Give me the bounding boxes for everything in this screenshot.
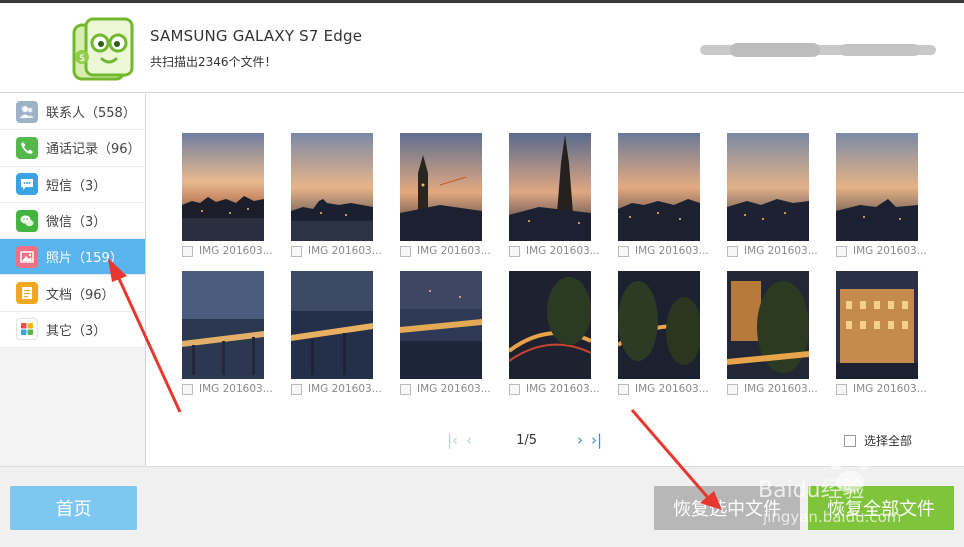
photo-caption: IMG 201603... [417, 245, 491, 257]
photo-caption: IMG 201603... [635, 383, 709, 395]
sidebar-item-wechat[interactable]: 微信（3） [0, 202, 145, 240]
recovery-app-window: $ SAMSUNG GALAXY S7 Edge 共扫描出2346个文件！ 联系… [0, 0, 964, 547]
photo-image [182, 133, 264, 241]
photo-caption: IMG 201603... [199, 383, 273, 395]
photo-checkbox[interactable] [182, 245, 193, 257]
photo-caption: IMG 201603... [417, 383, 491, 395]
photo-checkbox[interactable] [291, 383, 302, 395]
photo-thumbnail[interactable]: IMG 201603... [618, 271, 709, 396]
photo-caption: IMG 201603... [853, 383, 927, 395]
sidebar-item-label: 文档（96） [46, 287, 115, 303]
photo-grid: IMG 201603... IMG 201603... IMG 201603..… [147, 94, 964, 466]
select-all-label: 选择全部 [864, 434, 913, 448]
device-name: SAMSUNG GALAXY S7 Edge [150, 27, 363, 45]
photo-caption: IMG 201603... [744, 245, 818, 257]
photo-thumbnail[interactable]: IMG 201603... [618, 133, 709, 258]
photo-checkbox[interactable] [836, 383, 847, 395]
photo-caption: IMG 201603... [199, 245, 273, 257]
photo-thumbnail[interactable]: IMG 201603... [727, 133, 818, 258]
photo-thumbnail[interactable]: IMG 201603... [836, 133, 927, 258]
photo-caption: IMG 201603... [853, 245, 927, 257]
photo-checkbox[interactable] [509, 245, 520, 257]
sidebar-item-label: 联系人（558） [46, 106, 136, 122]
photo-thumbnail[interactable]: IMG 201603... [509, 271, 600, 396]
photo-image [727, 133, 809, 241]
last-page-button[interactable]: ›| [591, 431, 602, 449]
document-icon [16, 282, 38, 305]
photo-image [182, 271, 264, 379]
photo-checkbox[interactable] [618, 245, 629, 257]
photo-icon [16, 245, 38, 268]
photo-image [400, 271, 482, 379]
scan-summary: 共扫描出2346个文件！ [150, 55, 277, 69]
other-icon [16, 318, 38, 341]
sidebar-item-sms[interactable]: 短信（3） [0, 166, 145, 203]
photo-thumbnail[interactable]: IMG 201603... [291, 133, 382, 258]
photo-caption: IMG 201603... [526, 383, 600, 395]
redacted-header-text [700, 43, 936, 57]
contacts-icon [16, 100, 38, 123]
photo-image [618, 133, 700, 241]
app-logo-icon: $ [72, 17, 134, 81]
photo-image [509, 133, 591, 241]
select-all-checkbox[interactable] [844, 434, 856, 447]
photo-image [836, 271, 918, 379]
photo-caption: IMG 201603... [308, 383, 382, 395]
photo-image [400, 133, 482, 241]
sidebar-item-photos[interactable]: 照片（159） [0, 239, 145, 276]
photo-image [618, 271, 700, 379]
footer-bar: 首页 恢复选中文件 恢复全部文件 [0, 466, 964, 547]
photo-image [509, 271, 591, 379]
select-all-toggle[interactable]: 选择全部 [844, 432, 912, 449]
photo-caption: IMG 201603... [635, 245, 709, 257]
photo-image [291, 133, 373, 241]
page-indicator: 1/5 [516, 432, 537, 448]
sidebar-item-other[interactable]: 其它（3） [0, 311, 145, 349]
photo-caption: IMG 201603... [308, 245, 382, 257]
photo-checkbox[interactable] [727, 245, 738, 257]
photo-checkbox[interactable] [182, 383, 193, 395]
sidebar-item-documents[interactable]: 文档（96） [0, 275, 145, 312]
photo-thumbnail[interactable]: IMG 201603... [400, 133, 491, 258]
recover-selected-button[interactable]: 恢复选中文件 [654, 486, 800, 530]
sidebar-item-call-log[interactable]: 通话记录（96） [0, 130, 145, 167]
app-header: $ SAMSUNG GALAXY S7 Edge 共扫描出2346个文件！ [0, 3, 964, 93]
wechat-icon [16, 209, 38, 232]
svg-text:$: $ [79, 53, 85, 64]
photo-checkbox[interactable] [618, 383, 629, 395]
first-page-button[interactable]: |‹ [447, 431, 458, 449]
sidebar-item-contacts[interactable]: 联系人（558） [0, 94, 145, 131]
sidebar-item-label: 通话记录（96） [46, 142, 141, 158]
photo-thumbnail[interactable]: IMG 201603... [182, 271, 273, 396]
photo-thumbnail[interactable]: IMG 201603... [400, 271, 491, 396]
photo-image [727, 271, 809, 379]
sidebar-item-label: 其它（3） [46, 323, 107, 339]
photo-checkbox[interactable] [836, 245, 847, 257]
photo-checkbox[interactable] [291, 245, 302, 257]
photo-thumbnail[interactable]: IMG 201603... [727, 271, 818, 396]
photo-thumbnail[interactable]: IMG 201603... [291, 271, 382, 396]
pagination: |‹ ‹ 1/5 › ›| [447, 431, 602, 449]
sidebar-item-label: 微信（3） [46, 215, 107, 231]
photo-checkbox[interactable] [400, 383, 411, 395]
photo-thumbnail[interactable]: IMG 201603... [836, 271, 927, 396]
photo-caption: IMG 201603... [526, 245, 600, 257]
photo-checkbox[interactable] [727, 383, 738, 395]
recover-all-button[interactable]: 恢复全部文件 [808, 486, 954, 530]
next-page-button[interactable]: › [577, 431, 583, 449]
photo-checkbox[interactable] [509, 383, 520, 395]
sms-icon [16, 173, 38, 196]
photo-thumbnail[interactable]: IMG 201603... [509, 133, 600, 258]
photo-checkbox[interactable] [400, 245, 411, 257]
sidebar-item-label: 照片（159） [46, 251, 123, 267]
photo-image [836, 133, 918, 241]
photo-image [291, 271, 373, 379]
phone-icon [16, 136, 38, 159]
category-sidebar: 联系人（558） 通话记录（96） 短信（3） 微信（3） 照片（159） 文档… [0, 94, 146, 466]
photo-thumbnail[interactable]: IMG 201603... [182, 133, 273, 258]
photo-caption: IMG 201603... [744, 383, 818, 395]
prev-page-button[interactable]: ‹ [466, 431, 472, 449]
sidebar-item-label: 短信（3） [46, 178, 107, 194]
home-button[interactable]: 首页 [10, 486, 137, 530]
